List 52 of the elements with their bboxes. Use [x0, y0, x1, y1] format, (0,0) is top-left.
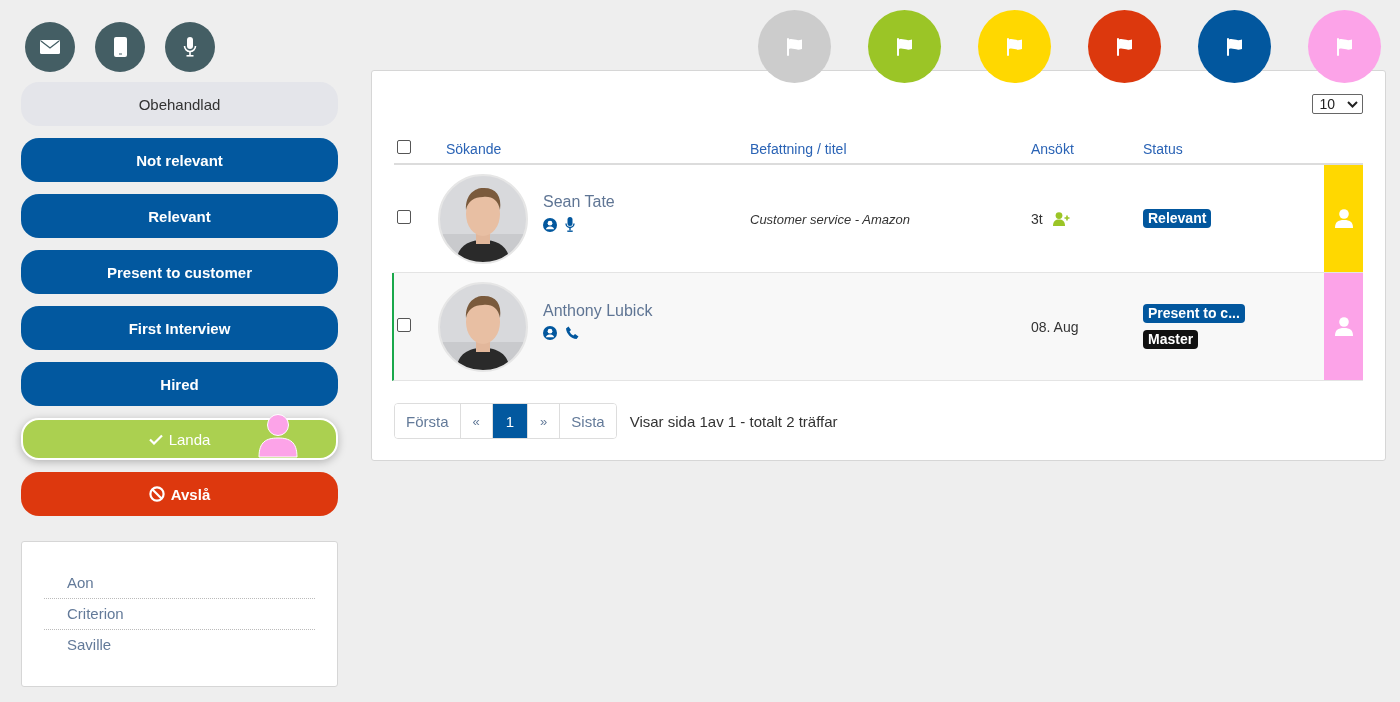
phone-button[interactable]: [95, 22, 145, 72]
column-header[interactable]: Sökande: [446, 141, 502, 157]
phone-icon[interactable]: [565, 325, 579, 340]
ban-icon: [148, 486, 165, 502]
microphone-button[interactable]: [165, 22, 215, 72]
test-link[interactable]: Saville: [44, 630, 315, 660]
user-circle-icon[interactable]: [543, 325, 557, 340]
person-icon: [1334, 317, 1353, 336]
column-header[interactable]: Status: [1143, 141, 1183, 157]
user-circle-icon[interactable]: [543, 217, 557, 232]
stage-button[interactable]: Relevant: [21, 194, 338, 238]
applicant-name-link[interactable]: Sean Tate: [543, 193, 750, 211]
microphone-icon[interactable]: [565, 217, 575, 232]
flag-icon: [1006, 37, 1023, 56]
per-page-select[interactable]: 10: [1312, 94, 1363, 114]
chevron-down-icon: [1347, 100, 1358, 108]
check-icon: [148, 433, 163, 445]
status-badge: Master: [1143, 330, 1199, 349]
flag-icon: [1336, 37, 1353, 56]
applied-date: 08. Aug: [1031, 318, 1079, 335]
job-title: Customer service - Amazon: [750, 211, 910, 227]
table-row[interactable]: Anthony Lubick 08. Aug Present to c... Master: [392, 273, 1363, 381]
stage-button[interactable]: First Interview: [21, 306, 338, 350]
person-icon: [1334, 209, 1353, 228]
flag-icon: [1226, 37, 1243, 56]
stage-button[interactable]: Present to customer: [21, 250, 338, 294]
status-badge: Relevant: [1143, 209, 1212, 228]
test-link[interactable]: Criterion: [44, 599, 315, 630]
row-checkbox[interactable]: [397, 209, 411, 224]
email-button[interactable]: [25, 22, 75, 72]
page-button[interactable]: Första: [395, 404, 461, 438]
stage-button[interactable]: Hired: [21, 362, 338, 406]
test-link[interactable]: Aon: [44, 568, 315, 599]
row-checkbox[interactable]: [397, 317, 411, 332]
microphone-icon: [183, 37, 197, 57]
flag-icon: [1116, 37, 1133, 56]
applied-date: 3t: [1031, 210, 1043, 227]
applicant-name-link[interactable]: Anthony Lubick: [543, 301, 750, 320]
pagination-summary: Visar sida 1av 1 - totalt 2 träffar: [629, 412, 838, 430]
envelope-icon: [40, 40, 60, 54]
column-header[interactable]: Befattning / titel: [750, 141, 847, 157]
select-all-checkbox[interactable]: [397, 140, 411, 154]
mobile-phone-icon: [113, 37, 127, 57]
reject-button[interactable]: Avslå: [21, 472, 338, 516]
flag-icon: [786, 37, 803, 56]
page-button[interactable]: 1: [492, 404, 529, 438]
table-row[interactable]: Sean Tate Customer service - Amazon 3t Relevant: [392, 165, 1363, 273]
status-badge: Present to c...: [1143, 304, 1245, 323]
stage-button[interactable]: Not relevant: [21, 138, 338, 182]
stage-button[interactable]: Obehandlad: [21, 82, 338, 126]
column-header[interactable]: Ansökt: [1031, 141, 1074, 157]
flag-icon: [896, 37, 913, 56]
